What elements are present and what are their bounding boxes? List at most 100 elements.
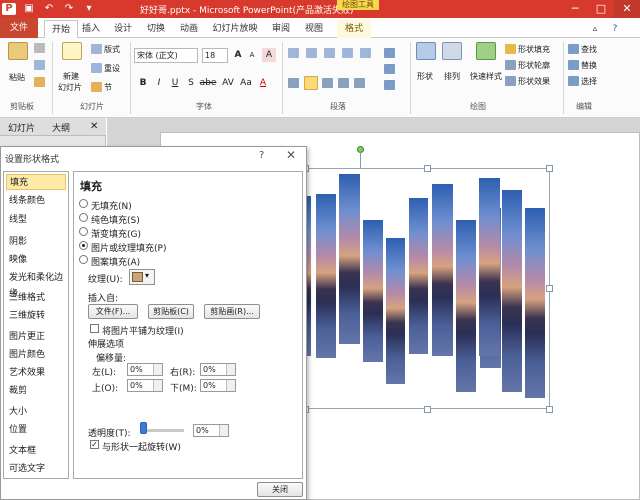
increase-indent-icon[interactable]	[342, 48, 353, 58]
radio-picture-fill[interactable]	[79, 241, 88, 250]
strikethrough-button[interactable]: abe	[198, 76, 218, 90]
align-left-icon[interactable]	[288, 78, 299, 88]
resize-handle[interactable]	[546, 165, 553, 172]
cut-icon[interactable]	[34, 43, 45, 53]
shadow-button[interactable]: S	[184, 76, 198, 90]
nav-item-glow[interactable]: 发光和柔化边缘	[6, 270, 68, 299]
nav-item-size[interactable]: 大小	[6, 404, 66, 420]
change-case-button[interactable]: Aa	[238, 76, 254, 90]
tab-insert[interactable]: 插入	[80, 20, 102, 38]
texture-picker[interactable]: ▾	[129, 269, 155, 285]
find-label[interactable]: 查找	[581, 44, 597, 55]
nav-item-crop[interactable]: 裁剪	[6, 383, 66, 399]
section-label[interactable]: 节	[104, 82, 112, 93]
tab-home[interactable]: 开始	[44, 20, 78, 38]
decrease-indent-icon[interactable]	[324, 48, 335, 58]
quick-styles-label[interactable]: 快速样式	[470, 71, 502, 82]
align-right-icon[interactable]	[322, 78, 333, 88]
section-icon[interactable]	[91, 82, 102, 92]
underline-button[interactable]: U	[168, 76, 182, 90]
arrange-icon[interactable]	[442, 42, 462, 60]
italic-button[interactable]: I	[152, 76, 166, 90]
copy-icon[interactable]	[34, 60, 45, 70]
nav-item-3d-format[interactable]: 三维格式	[6, 290, 66, 306]
close-window-button[interactable]: ✕	[614, 0, 640, 18]
left-offset-input[interactable]: 0%	[127, 363, 163, 376]
insert-clipart-button[interactable]: 剪贴画(R)...	[204, 304, 260, 319]
reset-label[interactable]: 重设	[104, 63, 120, 74]
nav-item-position[interactable]: 位置	[6, 422, 66, 438]
transparency-slider-thumb[interactable]	[140, 422, 147, 434]
radio-pattern-fill[interactable]	[79, 255, 88, 264]
app-icon[interactable]: P	[2, 3, 16, 15]
nav-item-line-color[interactable]: 线条颜色	[6, 193, 66, 209]
select-icon[interactable]	[568, 76, 579, 86]
paste-label[interactable]: 粘贴	[9, 72, 25, 83]
nav-item-reflection[interactable]: 映像	[6, 252, 66, 268]
undo-icon[interactable]: ↶	[42, 3, 56, 15]
bullets-icon[interactable]	[288, 48, 299, 58]
nav-item-shadow[interactable]: 阴影	[6, 234, 66, 250]
char-spacing-button[interactable]: AV	[220, 76, 236, 90]
resize-handle[interactable]	[424, 165, 431, 172]
tab-review[interactable]: 审阅	[270, 20, 292, 38]
radio-gradient-fill[interactable]	[79, 227, 88, 236]
paste-icon[interactable]	[8, 42, 28, 60]
maximize-button[interactable]: □	[588, 0, 614, 18]
shape-effects-icon[interactable]	[505, 76, 516, 86]
redo-icon[interactable]: ↷	[62, 3, 76, 15]
align-center-icon[interactable]	[304, 76, 318, 90]
insert-clipboard-button[interactable]: 剪贴板(C)	[148, 304, 194, 319]
format-painter-icon[interactable]	[34, 77, 45, 87]
font-name-combo[interactable]: 宋体 (正文)	[134, 48, 198, 63]
text-direction-icon[interactable]	[384, 48, 395, 58]
smartart-icon[interactable]	[384, 80, 395, 90]
shape-effects-label[interactable]: 形状效果	[518, 76, 550, 87]
tab-format[interactable]: 格式	[337, 20, 371, 38]
replace-icon[interactable]	[568, 60, 579, 70]
right-offset-input[interactable]: 0%	[200, 363, 236, 376]
nav-item-line-style[interactable]: 线型	[6, 212, 66, 228]
shape-outline-label[interactable]: 形状轮廓	[518, 60, 550, 71]
new-slide-icon[interactable]	[62, 42, 82, 60]
tab-file[interactable]: 文件	[0, 18, 38, 38]
rotate-with-shape-checkbox[interactable]: ✓	[90, 440, 99, 449]
shapes-label[interactable]: 形状	[417, 71, 433, 82]
font-color-button[interactable]: A	[256, 76, 270, 90]
nav-item-text-box[interactable]: 文本框	[6, 443, 66, 459]
replace-label[interactable]: 替换	[581, 60, 597, 71]
tab-slides[interactable]: 幻灯片	[8, 121, 35, 134]
columns-icon[interactable]	[354, 78, 365, 88]
layout-label[interactable]: 版式	[104, 44, 120, 55]
shrink-font-button[interactable]: A	[245, 48, 259, 62]
align-text-icon[interactable]	[384, 64, 395, 74]
nav-item-fill[interactable]: 填充	[6, 174, 66, 190]
shapes-icon[interactable]	[416, 42, 436, 60]
quick-styles-icon[interactable]	[476, 42, 496, 60]
justify-icon[interactable]	[338, 78, 349, 88]
minimize-ribbon-icon[interactable]: ▵	[588, 20, 602, 38]
insert-file-button[interactable]: 文件(F)...	[88, 304, 138, 319]
numbering-icon[interactable]	[306, 48, 317, 58]
bold-button[interactable]: B	[136, 76, 150, 90]
radio-solid-fill[interactable]	[79, 213, 88, 222]
font-size-combo[interactable]: 18	[202, 48, 228, 63]
close-dialog-button[interactable]: 关闭	[257, 482, 303, 497]
minimize-button[interactable]: ─	[562, 0, 588, 18]
resize-handle[interactable]	[546, 285, 553, 292]
tab-transitions[interactable]: 切换	[145, 20, 167, 38]
transparency-input[interactable]: 0%	[193, 424, 229, 437]
save-icon[interactable]: ▣	[22, 3, 36, 15]
arrange-label[interactable]: 排列	[444, 71, 460, 82]
resize-handle[interactable]	[546, 406, 553, 413]
nav-item-artistic-effects[interactable]: 艺术效果	[6, 365, 66, 381]
nav-item-picture-corrections[interactable]: 图片更正	[6, 329, 66, 345]
radio-no-fill[interactable]	[79, 199, 88, 208]
close-pane-icon[interactable]: ✕	[90, 121, 98, 132]
bottom-offset-input[interactable]: 0%	[200, 379, 236, 392]
select-label[interactable]: 选择	[581, 76, 597, 87]
tab-design[interactable]: 设计	[112, 20, 134, 38]
new-slide-label[interactable]: 新建	[63, 71, 79, 82]
shape-fill-label[interactable]: 形状填充	[518, 44, 550, 55]
help-icon[interactable]: ?	[608, 20, 622, 38]
